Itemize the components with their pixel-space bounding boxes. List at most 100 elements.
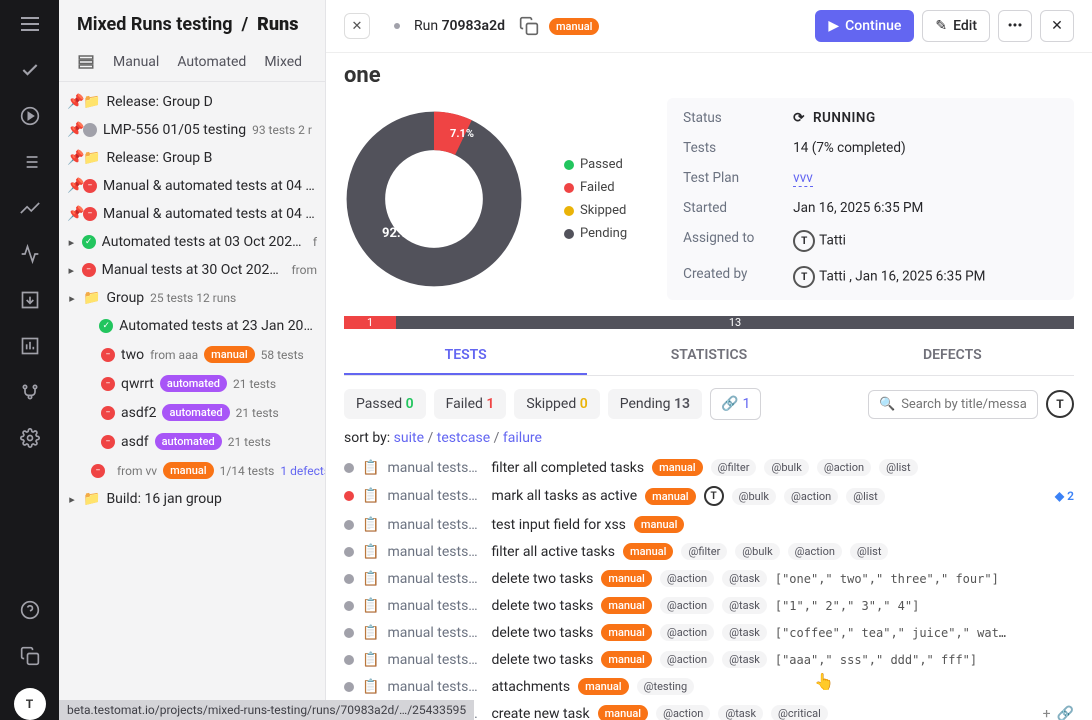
tag-pill[interactable]: @list — [850, 543, 889, 560]
tree-item[interactable]: 📌📁Release: Group D — [59, 88, 325, 116]
list-icon[interactable] — [16, 148, 44, 176]
hamburger-icon[interactable] — [16, 10, 44, 38]
chevron-icon[interactable]: ▸ — [67, 493, 77, 506]
play-icon[interactable] — [16, 102, 44, 130]
sort-failure[interactable]: failure — [503, 430, 542, 446]
tree-item[interactable]: ▸📁Group25 tests 12 runs — [59, 284, 325, 312]
tree-item[interactable]: ▸✓Automated tests at 03 Oct 2024 21:15f — [59, 228, 325, 256]
copy-stack-icon[interactable] — [16, 642, 44, 670]
tab-mixed[interactable]: Mixed — [264, 54, 302, 70]
tag-pill[interactable]: @action — [788, 543, 842, 560]
tag-pill[interactable]: @bulk — [764, 459, 808, 476]
tree-item[interactable]: −onefrom vvmanual1/14 tests1 defects — [59, 456, 325, 485]
tag-pill[interactable]: @filter — [711, 459, 757, 476]
test-row[interactable]: 📋manual tests…delete two tasksmanual@act… — [344, 619, 1074, 646]
help-icon[interactable] — [16, 596, 44, 624]
test-row[interactable]: 📋manual tests…delete two tasksmanual@act… — [344, 592, 1074, 619]
test-row[interactable]: 📋manual tests…filter all active tasksman… — [344, 538, 1074, 565]
bar-chart-icon[interactable] — [16, 332, 44, 360]
search-box[interactable]: 🔍 — [868, 390, 1038, 419]
tag-pill[interactable]: @task — [722, 651, 767, 668]
edit-button[interactable]: ✎ Edit — [922, 10, 990, 42]
tag-pill[interactable]: @action — [660, 570, 714, 587]
more-button[interactable]: ••• — [998, 10, 1032, 42]
sort-suite[interactable]: suite — [394, 430, 424, 446]
tab-automated[interactable]: Automated — [177, 54, 246, 70]
tag-pill[interactable]: @action — [660, 624, 714, 641]
tag-pill[interactable]: @critical — [771, 705, 828, 720]
add-icon[interactable]: + — [1043, 706, 1051, 720]
legend-dot — [564, 183, 574, 193]
tag-pill[interactable]: @action — [660, 597, 714, 614]
tree-item[interactable]: −asdfautomated21 tests — [59, 427, 325, 456]
tab-manual[interactable]: Manual — [113, 54, 159, 70]
test-row[interactable]: 📋manual tests…filter all completed tasks… — [344, 454, 1074, 481]
link-filter[interactable]: 🔗 1 — [710, 388, 761, 420]
tag-pill[interactable]: @task — [718, 705, 763, 720]
tab-defects[interactable]: DEFECTS — [831, 337, 1074, 375]
defect-badge[interactable]: ◆ 2 — [1055, 489, 1074, 503]
check-icon[interactable] — [16, 56, 44, 84]
tag-pill[interactable]: @action — [817, 459, 871, 476]
suite-icon: 📋 — [362, 544, 379, 560]
breadcrumb-project[interactable]: Mixed Runs testing — [77, 14, 233, 35]
tree-item[interactable]: 📌−Manual & automated tests at 04 Dec 2 — [59, 200, 325, 228]
test-row[interactable]: 📋manual tests…test input field for xssma… — [344, 511, 1074, 538]
chevron-icon[interactable]: ▸ — [67, 292, 77, 305]
test-row[interactable]: 📋manual tests…delete two tasksmanual@act… — [344, 646, 1074, 673]
tag-pill[interactable]: @bulk — [732, 488, 776, 505]
continue-button[interactable]: ▶ Continue — [815, 10, 914, 42]
logo-avatar[interactable]: T — [14, 688, 46, 720]
pulse-icon[interactable] — [16, 240, 44, 268]
sort-testcase[interactable]: testcase — [437, 430, 490, 446]
filter-skipped[interactable]: Skipped 0 — [514, 389, 599, 419]
tree-item[interactable]: 📌📁Release: Group B — [59, 144, 325, 172]
test-row[interactable]: 📋manual tests…delete two tasksmanual@act… — [344, 565, 1074, 592]
tree-item[interactable]: −twofrom aaamanual58 tests — [59, 340, 325, 369]
tag-pill[interactable]: @testing — [637, 678, 695, 695]
tab-tests[interactable]: TESTS — [344, 337, 587, 375]
tab-statistics[interactable]: STATISTICS — [587, 337, 830, 375]
tree-item[interactable]: 📌−Manual & automated tests at 04 Dec 2 — [59, 172, 325, 200]
close-button[interactable]: ✕ — [344, 13, 370, 39]
status-dot — [83, 123, 97, 137]
tag-pill[interactable]: @task — [722, 624, 767, 641]
plan-link[interactable]: vvv — [793, 170, 813, 187]
tree-item[interactable]: ▸−Manual tests at 30 Oct 2024 19:32from — [59, 256, 325, 284]
close-panel-button[interactable]: ✕ — [1040, 10, 1074, 42]
tag-pill[interactable]: @action — [660, 651, 714, 668]
branch-icon[interactable] — [16, 378, 44, 406]
tag-pill[interactable]: @filter — [681, 543, 727, 560]
test-params: ["aaa"," sss"," ddd"," fff"] — [775, 653, 977, 667]
tree-item[interactable]: ✓Automated tests at 23 Jan 2025 10:08 — [59, 312, 325, 340]
tag-pill[interactable]: @list — [846, 488, 885, 505]
tree-meta: from — [292, 263, 318, 277]
filter-failed[interactable]: Failed 1 — [434, 389, 507, 419]
list-toggle-icon[interactable] — [77, 53, 95, 71]
tag-pill[interactable]: @action — [784, 488, 838, 505]
tag-pill[interactable]: @task — [722, 597, 767, 614]
test-row[interactable]: 📋manual tests…attachmentsmanual@testing — [344, 673, 1074, 700]
tree-defects[interactable]: 1 defects — [280, 464, 325, 478]
chevron-icon[interactable]: ▸ — [67, 264, 76, 277]
gear-icon[interactable] — [16, 424, 44, 452]
import-icon[interactable] — [16, 286, 44, 314]
tree-item[interactable]: 📌LMP-556 01/05 testing93 tests 2 r — [59, 116, 325, 144]
tag-pill[interactable]: @action — [656, 705, 710, 720]
test-row[interactable]: 📋manual tests…mark all tasks as activema… — [344, 481, 1074, 511]
search-icon: 🔍 — [879, 397, 895, 412]
assignee-filter-icon[interactable]: T — [1046, 390, 1074, 418]
trend-icon[interactable] — [16, 194, 44, 222]
chevron-icon[interactable]: ▸ — [67, 236, 76, 249]
tree-item[interactable]: −qwrrtautomated21 tests — [59, 369, 325, 398]
search-input[interactable] — [901, 397, 1027, 412]
copy-icon[interactable] — [519, 16, 539, 36]
tree-item[interactable]: −asdf2automated21 tests — [59, 398, 325, 427]
tag-pill[interactable]: @task — [722, 570, 767, 587]
tag-pill[interactable]: @list — [879, 459, 918, 476]
tag-pill[interactable]: @bulk — [735, 543, 779, 560]
filter-passed[interactable]: Passed 0 — [344, 389, 426, 419]
filter-pending[interactable]: Pending 13 — [608, 389, 702, 419]
tree-item[interactable]: ▸📁Build: 16 jan group — [59, 485, 325, 513]
link-icon[interactable]: 🔗 — [1057, 706, 1074, 720]
